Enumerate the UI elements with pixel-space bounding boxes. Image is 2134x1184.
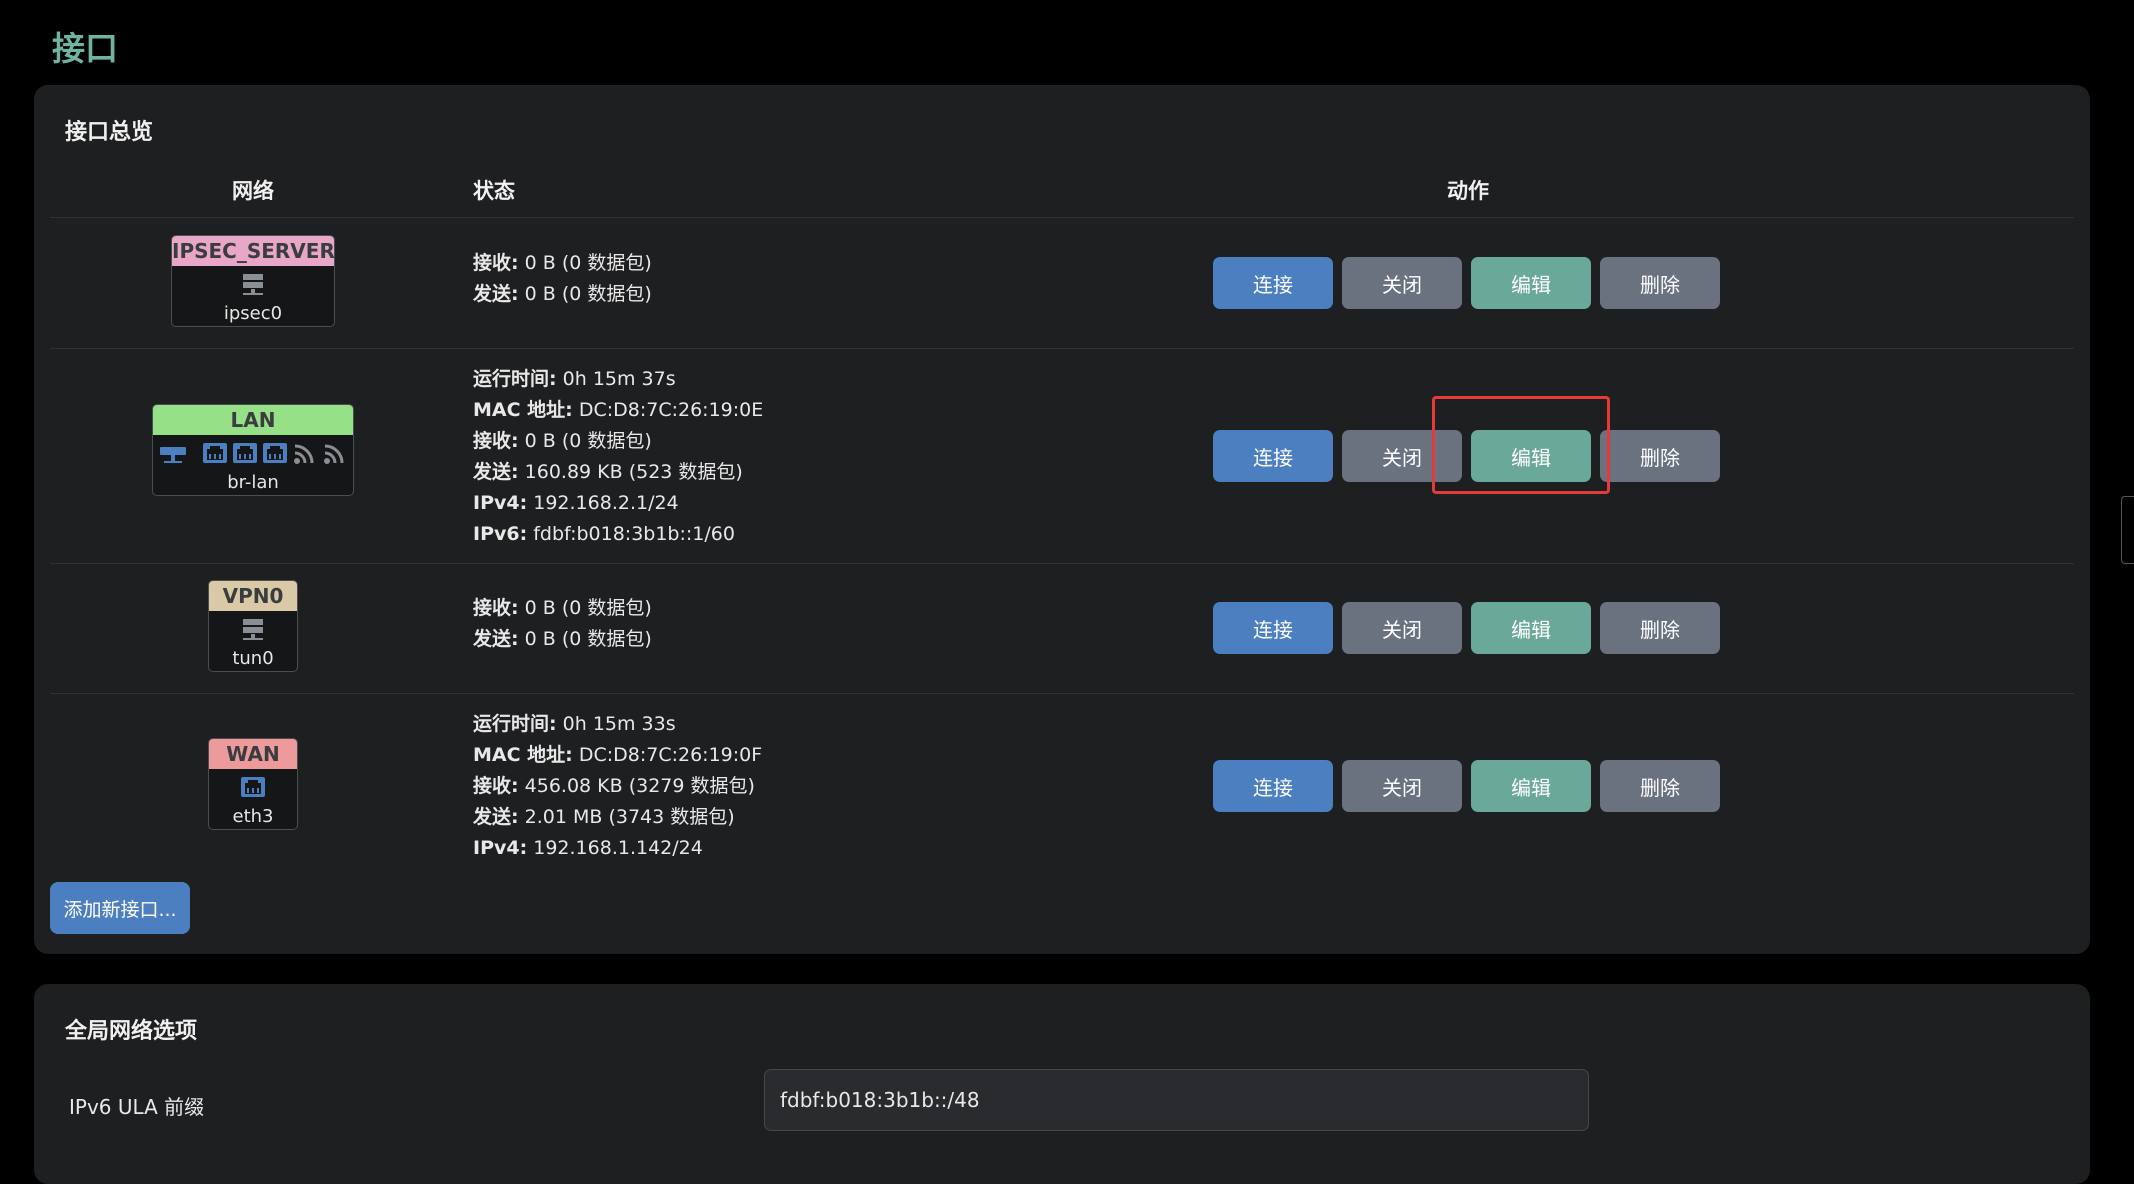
status-key: IPv4: <box>473 837 528 859</box>
delete-button[interactable]: 删除 <box>1600 760 1720 812</box>
ipv6-ula-prefix-input[interactable] <box>764 1069 1589 1131</box>
row-actions: 连接 关闭 编辑 删除 <box>1213 430 1720 482</box>
interface-badge[interactable]: IPSEC_SERVER ipsec0 <box>171 235 335 327</box>
side-panel-handle[interactable] <box>2121 496 2134 564</box>
interface-status: 运行时间: 0h 15m 33s MAC 地址: DC:D8:7C:26:19:… <box>473 709 762 864</box>
page-title: 接口 <box>52 29 118 68</box>
status-key: 接收: <box>473 252 519 274</box>
delete-button[interactable]: 删除 <box>1600 602 1720 654</box>
wifi-icon <box>294 444 314 464</box>
device-name: eth3 <box>232 806 274 827</box>
status-key: 发送: <box>473 283 519 305</box>
status-key: MAC 地址: <box>473 399 573 421</box>
device-icons <box>209 611 297 647</box>
status-value: 0 B (0 数据包) <box>518 597 652 619</box>
status-key: 发送: <box>473 628 519 650</box>
status-key: 发送: <box>473 461 519 483</box>
device-icons <box>153 435 353 471</box>
stop-button[interactable]: 关闭 <box>1342 760 1462 812</box>
divider <box>50 348 2074 349</box>
status-key: 接收: <box>473 597 519 619</box>
status-value: 2.01 MB (3743 数据包) <box>518 806 735 828</box>
interface-badge[interactable]: VPN0 tun0 <box>208 580 298 672</box>
status-value: 0 B (0 数据包) <box>518 283 652 305</box>
ethernet-port-icon <box>233 443 257 463</box>
interface-status: 接收: 0 B (0 数据包) 发送: 0 B (0 数据包) <box>473 593 652 655</box>
interface-status: 接收: 0 B (0 数据包) 发送: 0 B (0 数据包) <box>473 248 652 310</box>
status-value: 0 B (0 数据包) <box>518 430 652 452</box>
connect-button[interactable]: 连接 <box>1213 430 1333 482</box>
section-title: 全局网络选项 <box>65 1019 198 1044</box>
status-value: DC:D8:7C:26:19:0E <box>572 399 764 421</box>
connect-button[interactable]: 连接 <box>1213 257 1333 309</box>
stop-button[interactable]: 关闭 <box>1342 602 1462 654</box>
status-value: 192.168.1.142/24 <box>527 837 703 859</box>
divider <box>50 563 2074 564</box>
status-value: 0 B (0 数据包) <box>518 628 652 650</box>
status-key: IPv4: <box>473 492 528 514</box>
interface-status: 运行时间: 0h 15m 37s MAC 地址: DC:D8:7C:26:19:… <box>473 364 763 550</box>
column-header-network: 网络 <box>232 179 274 203</box>
status-key: 运行时间: <box>473 368 557 390</box>
stop-button[interactable]: 关闭 <box>1342 430 1462 482</box>
server-icon <box>243 619 263 640</box>
divider <box>50 217 2074 218</box>
status-key: 发送: <box>473 806 519 828</box>
row-actions: 连接 关闭 编辑 删除 <box>1213 602 1720 654</box>
status-key: 接收: <box>473 775 519 797</box>
edit-button[interactable]: 编辑 <box>1471 602 1591 654</box>
bridge-icon <box>160 447 186 463</box>
device-name: br-lan <box>227 472 279 493</box>
interface-name: LAN <box>153 405 353 435</box>
status-value: 192.168.2.1/24 <box>527 492 679 514</box>
delete-button[interactable]: 删除 <box>1600 430 1720 482</box>
column-header-actions: 动作 <box>1447 179 1489 203</box>
device-icons <box>209 769 297 805</box>
row-actions: 连接 关闭 编辑 删除 <box>1213 760 1720 812</box>
status-key: MAC 地址: <box>473 744 573 766</box>
ethernet-port-icon <box>241 777 265 797</box>
add-interface-button[interactable]: 添加新接口... <box>50 882 190 934</box>
section-title: 接口总览 <box>65 120 154 145</box>
edit-button[interactable]: 编辑 <box>1471 257 1591 309</box>
device-name: ipsec0 <box>223 303 283 324</box>
wifi-icon <box>324 444 344 464</box>
status-key: IPv6: <box>473 523 528 545</box>
stop-button[interactable]: 关闭 <box>1342 257 1462 309</box>
edit-button[interactable]: 编辑 <box>1471 430 1591 482</box>
ethernet-port-icon <box>263 443 287 463</box>
ipv6-ula-prefix-label: IPv6 ULA 前缀 <box>69 1095 205 1119</box>
column-header-status: 状态 <box>473 179 515 203</box>
edit-button[interactable]: 编辑 <box>1471 760 1591 812</box>
device-name: tun0 <box>232 648 274 669</box>
interface-badge[interactable]: WAN eth3 <box>208 738 298 830</box>
delete-button[interactable]: 删除 <box>1600 257 1720 309</box>
interface-name: IPSEC_SERVER <box>172 236 334 266</box>
status-value: fdbf:b018:3b1b::1/60 <box>527 523 735 545</box>
interface-name: VPN0 <box>209 581 297 611</box>
global-network-options-card: 全局网络选项 IPv6 ULA 前缀 <box>34 984 2090 1184</box>
status-value: 456.08 KB (3279 数据包) <box>518 775 755 797</box>
connect-button[interactable]: 连接 <box>1213 602 1333 654</box>
interface-overview-card: 接口总览 网络 状态 动作 IPSEC_SERVER ipsec0 接收: 0 … <box>34 85 2090 954</box>
interface-name: WAN <box>209 739 297 769</box>
server-icon <box>243 274 263 295</box>
device-icons <box>172 266 334 302</box>
row-actions: 连接 关闭 编辑 删除 <box>1213 257 1720 309</box>
divider <box>50 693 2074 694</box>
connect-button[interactable]: 连接 <box>1213 760 1333 812</box>
status-value: DC:D8:7C:26:19:0F <box>572 744 763 766</box>
interface-badge[interactable]: LAN br-lan <box>152 404 354 496</box>
status-value: 160.89 KB (523 数据包) <box>518 461 743 483</box>
ethernet-port-icon <box>203 443 227 463</box>
status-value: 0h 15m 37s <box>556 368 676 390</box>
status-key: 接收: <box>473 430 519 452</box>
status-value: 0 B (0 数据包) <box>518 252 652 274</box>
status-value: 0h 15m 33s <box>556 713 676 735</box>
status-key: 运行时间: <box>473 713 557 735</box>
